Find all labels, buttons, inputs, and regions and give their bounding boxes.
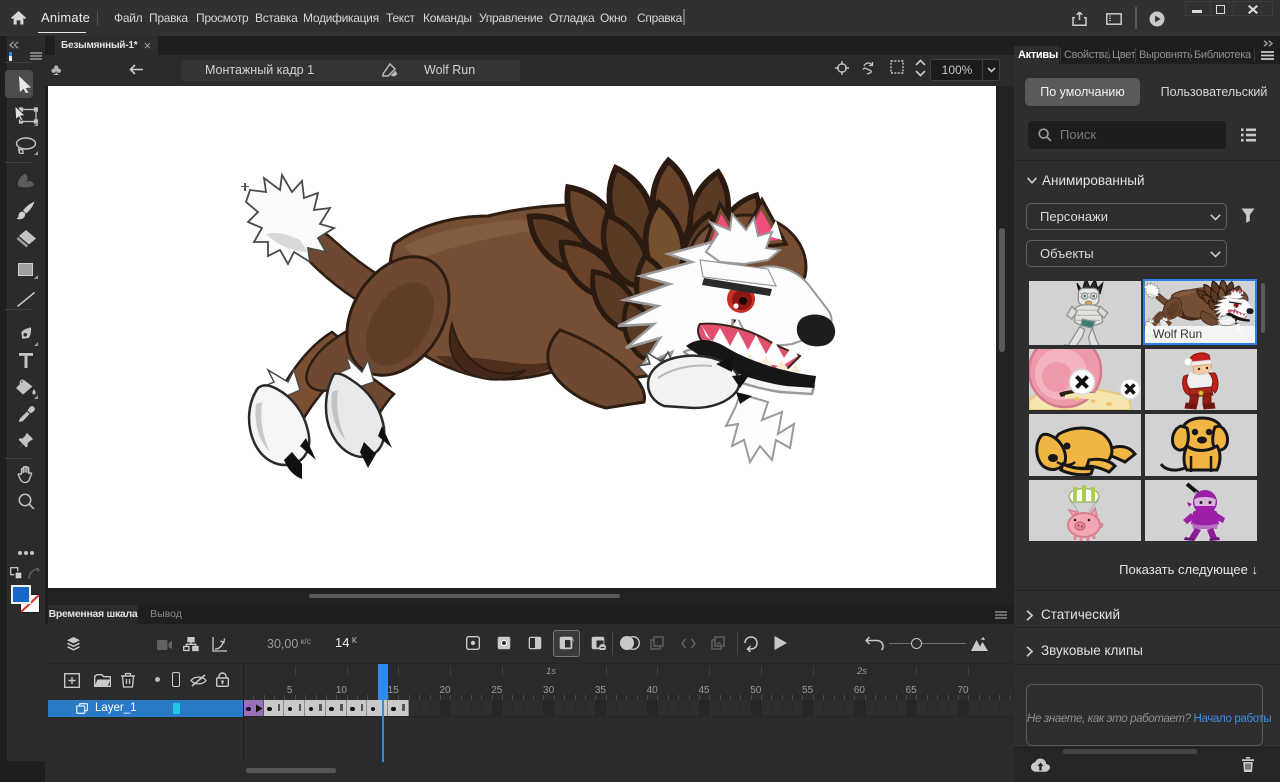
svg-text:A: A	[570, 638, 574, 644]
